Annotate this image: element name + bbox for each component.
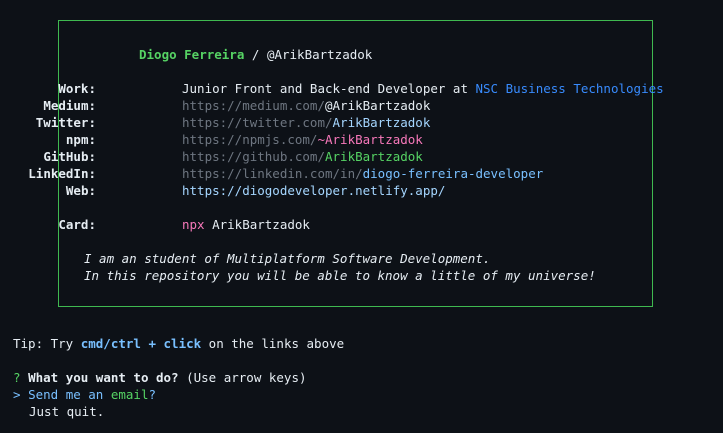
npx-package: ArikBartzadok xyxy=(204,217,310,232)
menu-option-quit[interactable]: Just quit. xyxy=(29,403,104,420)
prompt-question: What you want to do? xyxy=(28,370,179,385)
twitter-handle: ArikBartzadok xyxy=(332,115,431,130)
profile-handle: @ArikBartzadok xyxy=(266,47,373,62)
link-npm[interactable]: https://npmjs.com/~ArikBartzadok xyxy=(182,131,423,148)
linkedin-handle: diogo-ferreira-developer xyxy=(362,166,544,181)
github-url-base: https://github.com/ xyxy=(182,149,325,164)
selection-pointer: > xyxy=(13,387,21,402)
medium-url-base: https://medium.com/ xyxy=(182,98,325,113)
label-linkedin: LinkedIn: xyxy=(28,166,96,181)
label-web: Web: xyxy=(65,183,96,198)
web-url: https://diogodeveloper.netlify.app/ xyxy=(182,183,446,198)
card-command: npx ArikBartzadok xyxy=(182,216,310,233)
prompt-hint: (Use arrow keys) xyxy=(178,370,307,385)
card-heading: Diogo Ferreira / @ArikBartzadok xyxy=(139,46,372,63)
npm-url-base: https://npmjs.com/ xyxy=(182,132,318,147)
tip-suffix: on the links above xyxy=(201,336,345,351)
link-twitter[interactable]: https://twitter.com/ArikBartzadok xyxy=(182,114,430,131)
medium-handle: @ArikBartzadok xyxy=(325,98,431,113)
link-github[interactable]: https://github.com/ArikBartzadok xyxy=(182,148,423,165)
label-github: GitHub: xyxy=(43,149,96,164)
tip-prefix: Tip: Try xyxy=(13,336,81,351)
profile-name: Diogo Ferreira xyxy=(139,47,245,62)
prompt-question-line: ? What you want to do? (Use arrow keys) xyxy=(13,369,307,386)
value-work: Junior Front and Back-end Developer at N… xyxy=(182,80,664,97)
link-medium[interactable]: https://medium.com/@ArikBartzadok xyxy=(182,97,430,114)
tip-keys: cmd/ctrl + click xyxy=(80,336,202,351)
work-company: NSC Business Technologies xyxy=(475,81,664,96)
label-card: Card: xyxy=(58,217,96,232)
work-title: Junior Front and Back-end Developer at xyxy=(182,81,476,96)
twitter-url-base: https://twitter.com/ xyxy=(182,115,333,130)
linkedin-url-base: https://linkedin.com/in/ xyxy=(182,166,363,181)
npx-command: npx xyxy=(182,217,205,232)
question-marker: ? xyxy=(13,370,21,385)
profile-card: Diogo Ferreira / @ArikBartzadok Work: Ju… xyxy=(28,20,664,307)
tip-line: Tip: Try cmd/ctrl + click on the links a… xyxy=(13,335,344,352)
link-web[interactable]: https://diogodeveloper.netlify.app/ xyxy=(182,182,445,199)
option-email-accent: email xyxy=(110,387,149,402)
menu-option-email[interactable]: > Send me an email? xyxy=(13,386,156,403)
npm-handle: ~ArikBartzadok xyxy=(317,132,423,147)
bio-line-1: I am an student of Multiplatform Softwar… xyxy=(84,251,491,266)
label-work: Work: xyxy=(58,81,96,96)
label-medium: Medium: xyxy=(43,98,96,113)
option-email-pre: Send me an xyxy=(28,387,111,402)
option-quit-label: Just quit. xyxy=(29,404,105,419)
heading-separator: / xyxy=(244,47,267,62)
option-email-post: ? xyxy=(148,387,157,402)
label-twitter: Twitter: xyxy=(35,115,96,130)
github-handle: ArikBartzadok xyxy=(325,149,423,164)
link-linkedin[interactable]: https://linkedin.com/in/diogo-ferreira-d… xyxy=(182,165,543,182)
bio-line-2: In this repository you will be able to k… xyxy=(84,268,596,283)
label-npm: npm: xyxy=(65,132,96,147)
